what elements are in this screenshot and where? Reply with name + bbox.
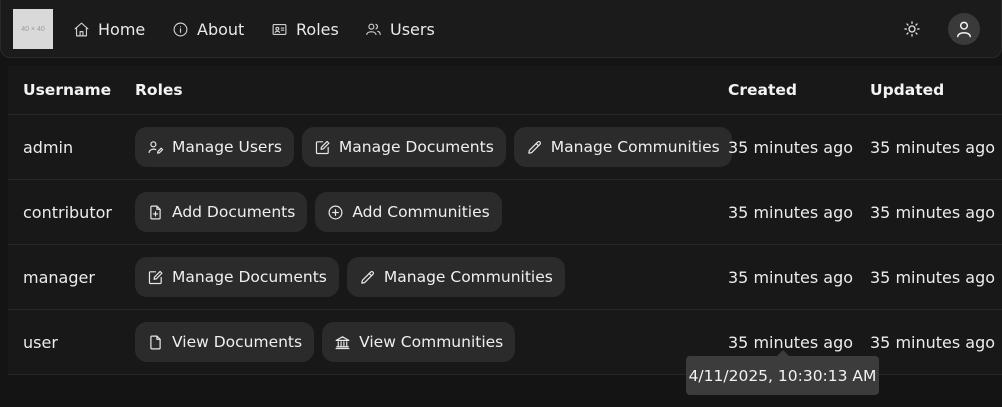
theme-toggle-button[interactable] [900,17,924,41]
logo-placeholder[interactable]: 40 × 40 [13,9,53,49]
role-chip-label: Add Communities [352,203,490,221]
role-chip-label: Add Documents [172,203,296,221]
role-chip-label: View Documents [172,333,303,351]
role-chip-label: Manage Communities [550,138,720,156]
table-header-row: Username Roles Created Updated [8,66,1002,115]
pencil-icon [361,270,374,284]
nav-item-roles[interactable]: Roles [271,17,339,41]
username-cell: user [23,332,58,352]
role-chip-manage-documents[interactable]: Manage Documents [135,257,339,297]
column-header-roles[interactable]: Roles [135,66,183,114]
role-chip-manage-documents[interactable]: Manage Documents [301,127,506,167]
nav-item-users[interactable]: Users [365,17,435,41]
nav-item-home[interactable]: Home [73,17,145,41]
updated-cell: 35 minutes ago [870,137,996,157]
edit-square-icon [148,270,163,284]
nav-item-label: Users [390,19,435,39]
created-cell: 35 minutes ago [728,267,854,287]
username-cell: manager [23,267,95,287]
role-chip-label: Manage Documents [172,268,327,286]
roles-cell: Manage Users Manage Documents Manage Com… [135,115,732,179]
roles-cell: Manage Documents Manage Communities [135,245,565,309]
table-row[interactable]: admin Manage Users Manage Documents Mana… [8,115,1002,180]
user-edit-icon [148,140,164,154]
nav-item-about[interactable]: About [172,17,244,41]
timestamp-tooltip: 4/11/2025, 10:30:13 AM [686,356,879,395]
circle-plus-icon [328,205,343,219]
created-cell: 35 minutes ago [728,202,854,222]
column-header-updated[interactable]: Updated [870,66,944,114]
roles-cell: View Documents View Communities [135,310,516,374]
role-chip-manage-users[interactable]: Manage Users [135,127,294,167]
role-chip-label: Manage Communities [383,268,553,286]
role-chip-add-documents[interactable]: Add Documents [135,192,308,232]
file-plus-icon [150,205,161,219]
id-card-icon [272,23,287,35]
home-icon [74,22,89,36]
updated-cell: 35 minutes ago [870,332,996,352]
updated-cell: 35 minutes ago [870,267,996,287]
role-chip-manage-communities[interactable]: Manage Communities [346,257,565,297]
role-chip-label: View Communities [359,333,504,351]
created-cell: 35 minutes ago [728,137,854,157]
user-icon [957,21,971,38]
users-icon [366,23,381,35]
user-avatar-button[interactable] [948,13,980,45]
username-cell: admin [23,137,74,157]
nav-item-label: About [197,19,245,39]
table-row[interactable]: manager Manage Documents Manage Communit… [8,245,1002,310]
file-icon [150,335,161,349]
nav-item-label: Home [98,19,146,39]
info-icon [173,22,188,36]
role-chip-add-communities[interactable]: Add Communities [315,192,502,232]
role-chip-view-communities[interactable]: View Communities [322,322,516,362]
users-table: Username Roles Created Updated admin Man… [8,66,1002,375]
username-cell: contributor [23,202,112,222]
sun-icon [904,21,920,37]
pencil-icon [528,140,541,154]
roles-cell: Add Documents Add Communities [135,180,502,244]
column-header-username[interactable]: Username [23,66,111,114]
nav-item-label: Roles [296,19,339,39]
top-navbar: 40 × 40 Home About Roles Users [0,0,1002,58]
role-chip-label: Manage Documents [338,138,494,156]
building-icon [335,335,350,349]
role-chip-label: Manage Users [172,138,282,156]
updated-cell: 35 minutes ago [870,202,996,222]
edit-square-icon [315,140,330,154]
role-chip-manage-communities[interactable]: Manage Communities [513,127,732,167]
role-chip-view-documents[interactable]: View Documents [135,322,315,362]
table-row[interactable]: contributor Add Documents Add Communitie… [8,180,1002,245]
column-header-created[interactable]: Created [728,66,797,114]
